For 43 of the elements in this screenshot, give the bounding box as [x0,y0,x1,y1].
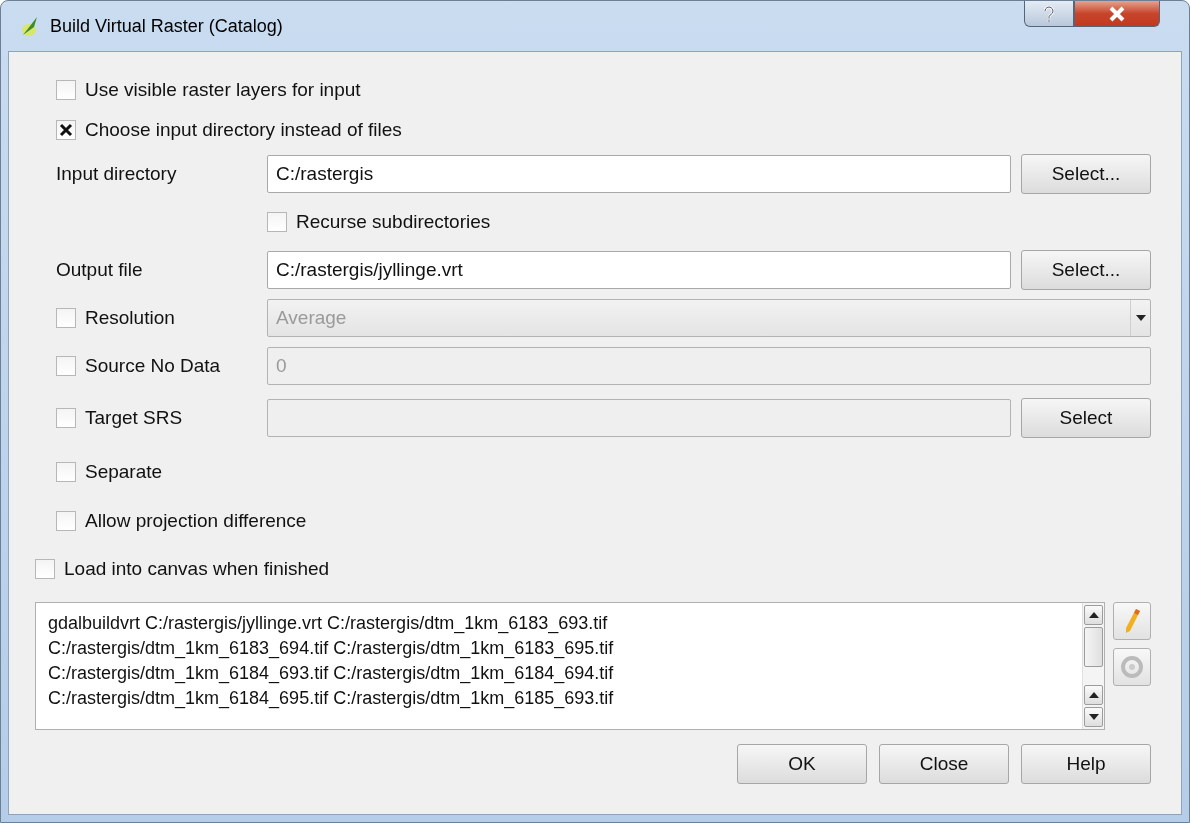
dialog-button[interactable]: Help [1021,744,1151,784]
reset-button[interactable] [1113,648,1151,686]
close-button[interactable] [1074,1,1160,27]
checkbox[interactable] [56,511,76,531]
checkbox-label: Use visible raster layers for input [85,79,361,101]
field-label: Input directory [56,163,177,185]
pencil-button[interactable] [1113,602,1151,640]
command-line: C:/rastergis/dtm_1km_6184_695.tif C:/rastergis/dtm_1km_6185_693.tif [48,687,615,711]
select-button[interactable]: Select... [1021,154,1151,194]
checkbox[interactable] [56,462,76,482]
select-button[interactable]: Select... [1021,250,1151,290]
question-mark-icon [1042,4,1056,23]
leaf-icon [20,15,40,37]
scroll-down-icon [1088,714,1099,720]
checkbox[interactable] [267,212,287,232]
text-field[interactable]: C:/rastergis [267,155,1011,193]
dropdown-arrow-icon [1135,315,1146,321]
scroll-up-icon [1088,612,1099,618]
checkbox-label: Choose input directory instead of files [85,119,402,141]
checkbox[interactable] [56,120,76,140]
command-line: gdalbuildvrt C:/rastergis/jyllinge.vrt C:/rastergis/dtm_1km_6183_693.tif [48,612,609,636]
dialog-button[interactable]: Close [879,744,1009,784]
checkbox-label: Separate [85,461,163,483]
command-text-area[interactable] [35,602,1105,730]
checkbox[interactable] [56,80,76,100]
dialog-button[interactable]: OK [737,744,867,784]
field-label: Output file [56,259,143,281]
field-label: Resolution [85,307,175,329]
checkbox-label: Load into canvas when finished [64,558,330,580]
scrollbar[interactable] [1082,603,1104,729]
text-field[interactable]: C:/rastergis/jyllinge.vrt [267,251,1011,289]
close-icon [1108,5,1126,22]
circle-icon [1120,655,1144,679]
checkbox-label: Recurse subdirectories [296,211,491,233]
scroll-up-icon [1088,692,1099,698]
command-line: C:/rastergis/dtm_1km_6183_694.tif C:/rastergis/dtm_1km_6183_695.tif [48,637,615,661]
window-title: Build Virtual Raster (Catalog) [50,15,284,37]
help-button[interactable] [1024,1,1074,27]
checkbox[interactable] [35,559,55,579]
checkbox-label: Allow projection difference [85,510,307,532]
field-label: Target SRS [85,407,183,429]
command-line: C:/rastergis/dtm_1km_6184_693.tif C:/rastergis/dtm_1km_6184_694.tif [48,662,615,686]
field-label: Source No Data [85,355,221,377]
